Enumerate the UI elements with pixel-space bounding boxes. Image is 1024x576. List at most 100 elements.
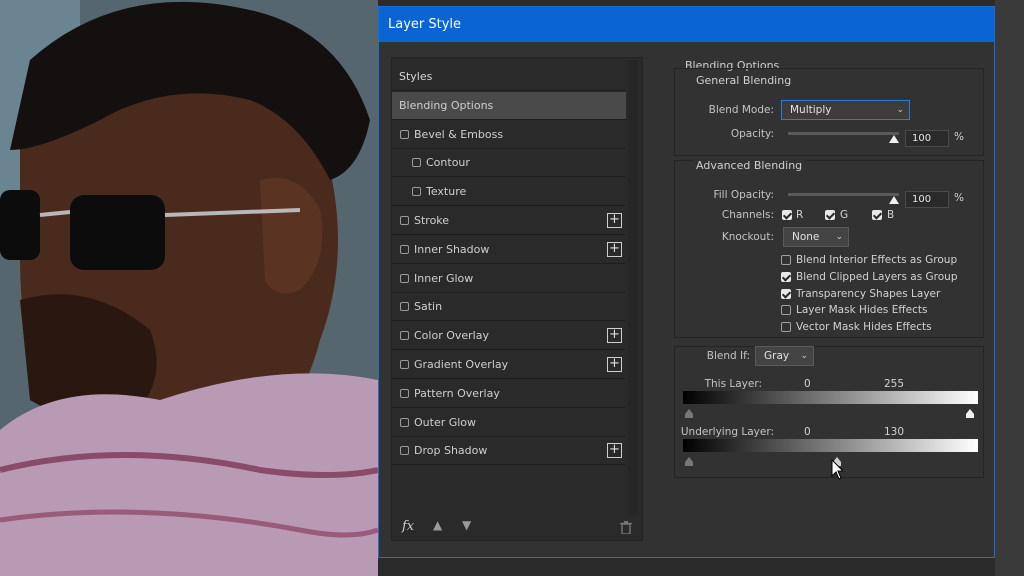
- style-item-label: Contour: [426, 156, 470, 170]
- style-item-label: Blending Options: [399, 98, 494, 112]
- add-effect-plus-icon[interactable]: +: [607, 357, 622, 372]
- blend-clipped-layers-as-group-checkbox[interactable]: [781, 271, 791, 282]
- style-item-checkbox[interactable]: [400, 417, 409, 427]
- style-item-label: Inner Glow: [414, 271, 474, 285]
- underlying-layer-label: Underlying Layer:: [680, 426, 774, 438]
- add-effect-plus-icon[interactable]: +: [607, 213, 622, 228]
- chevron-down-icon: ⌄: [835, 232, 843, 242]
- this-layer-black-slider[interactable]: [685, 409, 693, 418]
- style-item-checkbox[interactable]: [400, 273, 409, 283]
- opacity-slider-thumb[interactable]: [889, 135, 899, 143]
- blend-interior-effects-as-group-checkbox[interactable]: [781, 255, 791, 265]
- advanced-blending-title: Advanced Blending: [693, 159, 806, 172]
- dialog-title[interactable]: Layer Style: [379, 7, 994, 42]
- style-item-checkbox[interactable]: [400, 216, 409, 225]
- channel-g-label: G: [840, 209, 849, 221]
- underlying-black-slider[interactable]: [685, 457, 693, 466]
- style-item-checkbox[interactable]: [412, 187, 421, 197]
- add-effect-plus-icon[interactable]: +: [607, 328, 622, 344]
- general-blending-title: General Blending: [693, 74, 795, 87]
- style-item-checkbox[interactable]: [400, 302, 409, 312]
- style-item-bevel-emboss[interactable]: Bevel & Emboss: [392, 121, 626, 149]
- add-effect-plus-icon[interactable]: +: [607, 443, 622, 459]
- style-item-label: Drop Shadow: [414, 444, 488, 458]
- style-item-label: Styles: [399, 70, 433, 83]
- style-item-checkbox[interactable]: [400, 388, 409, 398]
- style-item-checkbox[interactable]: [400, 446, 409, 456]
- style-item-styles[interactable]: Styles: [392, 63, 626, 91]
- blend-mode-value: Multiply: [790, 104, 832, 116]
- fill-opacity-input[interactable]: 100: [905, 191, 949, 208]
- styles-scrollbar[interactable]: [628, 60, 638, 515]
- style-item-inner-glow[interactable]: Inner Glow: [392, 265, 626, 293]
- blend-clipped-layers-as-group-label: Blend Clipped Layers as Group: [796, 270, 958, 283]
- style-item-checkbox[interactable]: [400, 129, 409, 139]
- styles-panel: Styles Blending Options Bevel & Emboss Cont…: [391, 57, 643, 541]
- style-item-label: Gradient Overlay: [414, 358, 509, 371]
- this-layer-low: 0: [804, 378, 811, 390]
- style-item-blending-options[interactable]: Blending Options: [392, 91, 626, 120]
- knockout-value: None: [792, 231, 820, 243]
- mouse-cursor-icon: [831, 459, 843, 480]
- fill-opacity-unit: %: [954, 192, 964, 204]
- this-layer-high: 255: [884, 378, 905, 390]
- channel-b-checkbox[interactable]: [872, 210, 882, 220]
- style-item-checkbox[interactable]: [400, 360, 409, 369]
- style-item-checkbox[interactable]: [412, 158, 421, 168]
- style-item-checkbox[interactable]: [400, 244, 409, 254]
- opacity-input[interactable]: 100: [905, 130, 949, 147]
- style-item-outer-glow[interactable]: Outer Glow: [392, 409, 626, 437]
- portrait-illustration: [0, 0, 378, 576]
- move-up-icon[interactable]: ▲: [433, 518, 442, 532]
- add-effect-plus-icon[interactable]: +: [607, 241, 622, 257]
- style-item-label: Satin: [414, 300, 443, 314]
- trash-icon[interactable]: [620, 521, 632, 534]
- knockout-select[interactable]: None ⌄: [783, 227, 849, 247]
- fill-opacity-slider[interactable]: [788, 193, 899, 196]
- this-layer-white-slider[interactable]: [966, 409, 974, 418]
- channel-b-label: B: [887, 209, 895, 221]
- style-item-label: Inner Shadow: [414, 242, 490, 256]
- blend-if-label: Blend If:: [706, 350, 750, 362]
- blend-if-select[interactable]: Gray ⌄: [755, 346, 814, 366]
- style-item-drop-shadow[interactable]: Drop Shadow +: [392, 437, 626, 466]
- fill-opacity-slider-thumb[interactable]: [889, 196, 899, 204]
- layer-style-dialog: Layer Style Styles Blending Options Bevel …: [378, 6, 995, 558]
- channels-label: Channels:: [721, 209, 774, 221]
- channel-g-checkbox[interactable]: [825, 210, 835, 220]
- style-item-checkbox[interactable]: [400, 331, 409, 341]
- channel-r-checkbox[interactable]: [782, 210, 792, 220]
- underlying-layer-high: 130: [884, 426, 905, 438]
- style-item-contour[interactable]: Contour: [392, 149, 626, 178]
- style-item-satin[interactable]: Satin: [392, 293, 626, 322]
- style-item-label: Pattern Overlay: [414, 386, 500, 400]
- style-item-inner-shadow[interactable]: Inner Shadow +: [392, 236, 626, 264]
- styles-toolbar: fx ▲ ▼: [392, 514, 642, 540]
- transparency-shapes-layer-label: Transparency Shapes Layer: [796, 287, 941, 300]
- style-item-label: Stroke: [414, 214, 450, 227]
- layer-mask-hides-effects-checkbox[interactable]: [781, 305, 791, 316]
- blend-mode-select[interactable]: Multiply ⌄: [781, 100, 910, 120]
- underlying-layer-low: 0: [804, 426, 811, 438]
- style-item-label: Color Overlay: [414, 329, 489, 343]
- style-item-pattern-overlay[interactable]: Pattern Overlay: [392, 380, 626, 408]
- transparency-shapes-layer-checkbox[interactable]: [781, 288, 791, 299]
- opacity-unit: %: [954, 131, 964, 143]
- style-item-gradient-overlay[interactable]: Gradient Overlay +: [392, 351, 626, 379]
- knockout-label: Knockout:: [721, 231, 774, 243]
- vector-mask-hides-effects-label: Vector Mask Hides Effects: [796, 321, 932, 334]
- vector-mask-hides-effects-checkbox[interactable]: [781, 322, 791, 333]
- style-item-stroke[interactable]: Stroke +: [392, 207, 626, 235]
- blend-if-value: Gray: [764, 350, 790, 362]
- style-item-label: Bevel & Emboss: [414, 127, 504, 141]
- background-edge: [995, 0, 1024, 576]
- layer-mask-hides-effects-label: Layer Mask Hides Effects: [796, 304, 928, 317]
- style-item-texture[interactable]: Texture: [392, 178, 626, 207]
- move-down-icon[interactable]: ▼: [462, 518, 471, 532]
- style-item-label: Texture: [426, 185, 467, 199]
- blending-options-pane: Blending Options General Blending Blend …: [662, 52, 984, 542]
- style-item-color-overlay[interactable]: Color Overlay +: [392, 322, 626, 351]
- fx-button[interactable]: fx: [402, 519, 414, 534]
- underlying-layer-gradient: [683, 439, 978, 452]
- opacity-slider[interactable]: [788, 132, 899, 135]
